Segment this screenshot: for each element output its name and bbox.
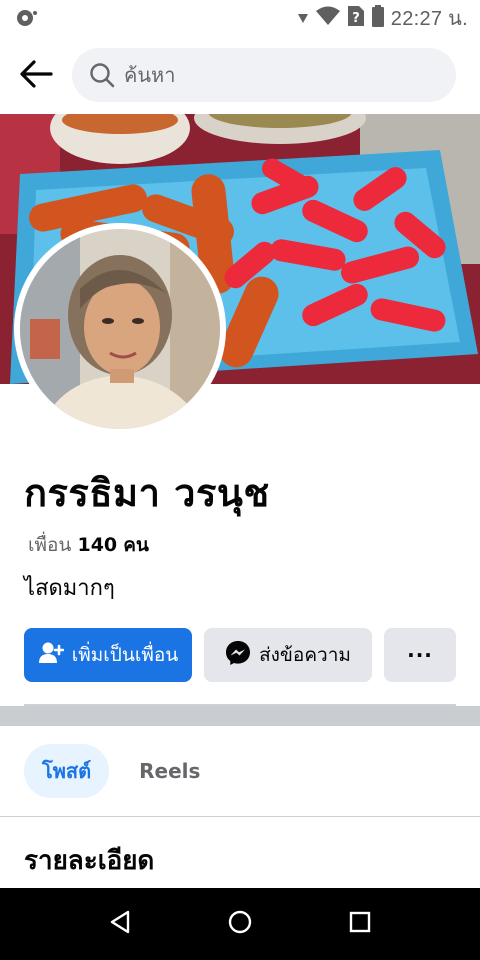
person-add-icon xyxy=(38,640,65,671)
tab-reels-label: Reels xyxy=(139,759,201,783)
section-separator xyxy=(0,706,480,726)
friends-count[interactable]: เพื่อน 140 คน xyxy=(28,530,149,560)
nav-back-button[interactable] xyxy=(104,908,136,940)
add-friend-label: เพิ่มเป็นเพื่อน xyxy=(71,644,179,666)
svg-text:?: ? xyxy=(352,11,360,26)
recents-square-icon xyxy=(348,910,372,938)
back-button[interactable] xyxy=(14,56,58,96)
friends-label: เพื่อน xyxy=(28,534,72,556)
messenger-icon xyxy=(225,640,251,671)
status-bar: ? 22:27 น. xyxy=(0,0,480,36)
tab-posts-label: โพสต์ xyxy=(42,759,92,783)
search-bar[interactable] xyxy=(72,48,456,102)
home-circle-icon xyxy=(227,909,253,939)
add-friend-button[interactable]: เพิ่มเป็นเพื่อน xyxy=(24,628,192,682)
battery-icon xyxy=(371,5,385,31)
profile-name: กรรธิมา วรนุช xyxy=(24,471,270,515)
no-sim-icon: ? xyxy=(347,5,365,31)
navigation-bar xyxy=(0,888,480,960)
divider xyxy=(0,816,480,817)
profile-bio: ไสดมากๆ xyxy=(24,576,115,601)
more-label: ··· xyxy=(407,643,433,667)
message-label: ส่งข้อความ xyxy=(259,644,351,666)
profile-avatar[interactable] xyxy=(14,223,226,435)
friends-number: 140 xyxy=(77,534,118,556)
search-icon xyxy=(88,61,116,89)
friends-unit: คน xyxy=(123,534,149,556)
details-heading: รายละเอียด xyxy=(24,846,155,876)
signal-icon xyxy=(297,9,309,28)
status-icons: ? 22:27 น. xyxy=(297,5,468,31)
tab-posts[interactable]: โพสต์ xyxy=(24,744,110,798)
wifi-icon xyxy=(315,6,341,30)
more-options-button[interactable]: ··· xyxy=(384,628,456,682)
arrow-left-icon xyxy=(19,59,53,93)
profile-tabs: โพสต์ Reels xyxy=(24,744,216,798)
assistant-icon xyxy=(14,8,38,28)
tab-reels[interactable]: Reels xyxy=(123,744,216,798)
message-button[interactable]: ส่งข้อความ xyxy=(204,628,372,682)
back-triangle-icon xyxy=(109,910,131,938)
search-input[interactable] xyxy=(124,63,424,87)
nav-recents-button[interactable] xyxy=(344,908,376,940)
status-time: 22:27 น. xyxy=(390,8,468,30)
top-bar xyxy=(0,36,480,114)
nav-home-button[interactable] xyxy=(224,908,256,940)
